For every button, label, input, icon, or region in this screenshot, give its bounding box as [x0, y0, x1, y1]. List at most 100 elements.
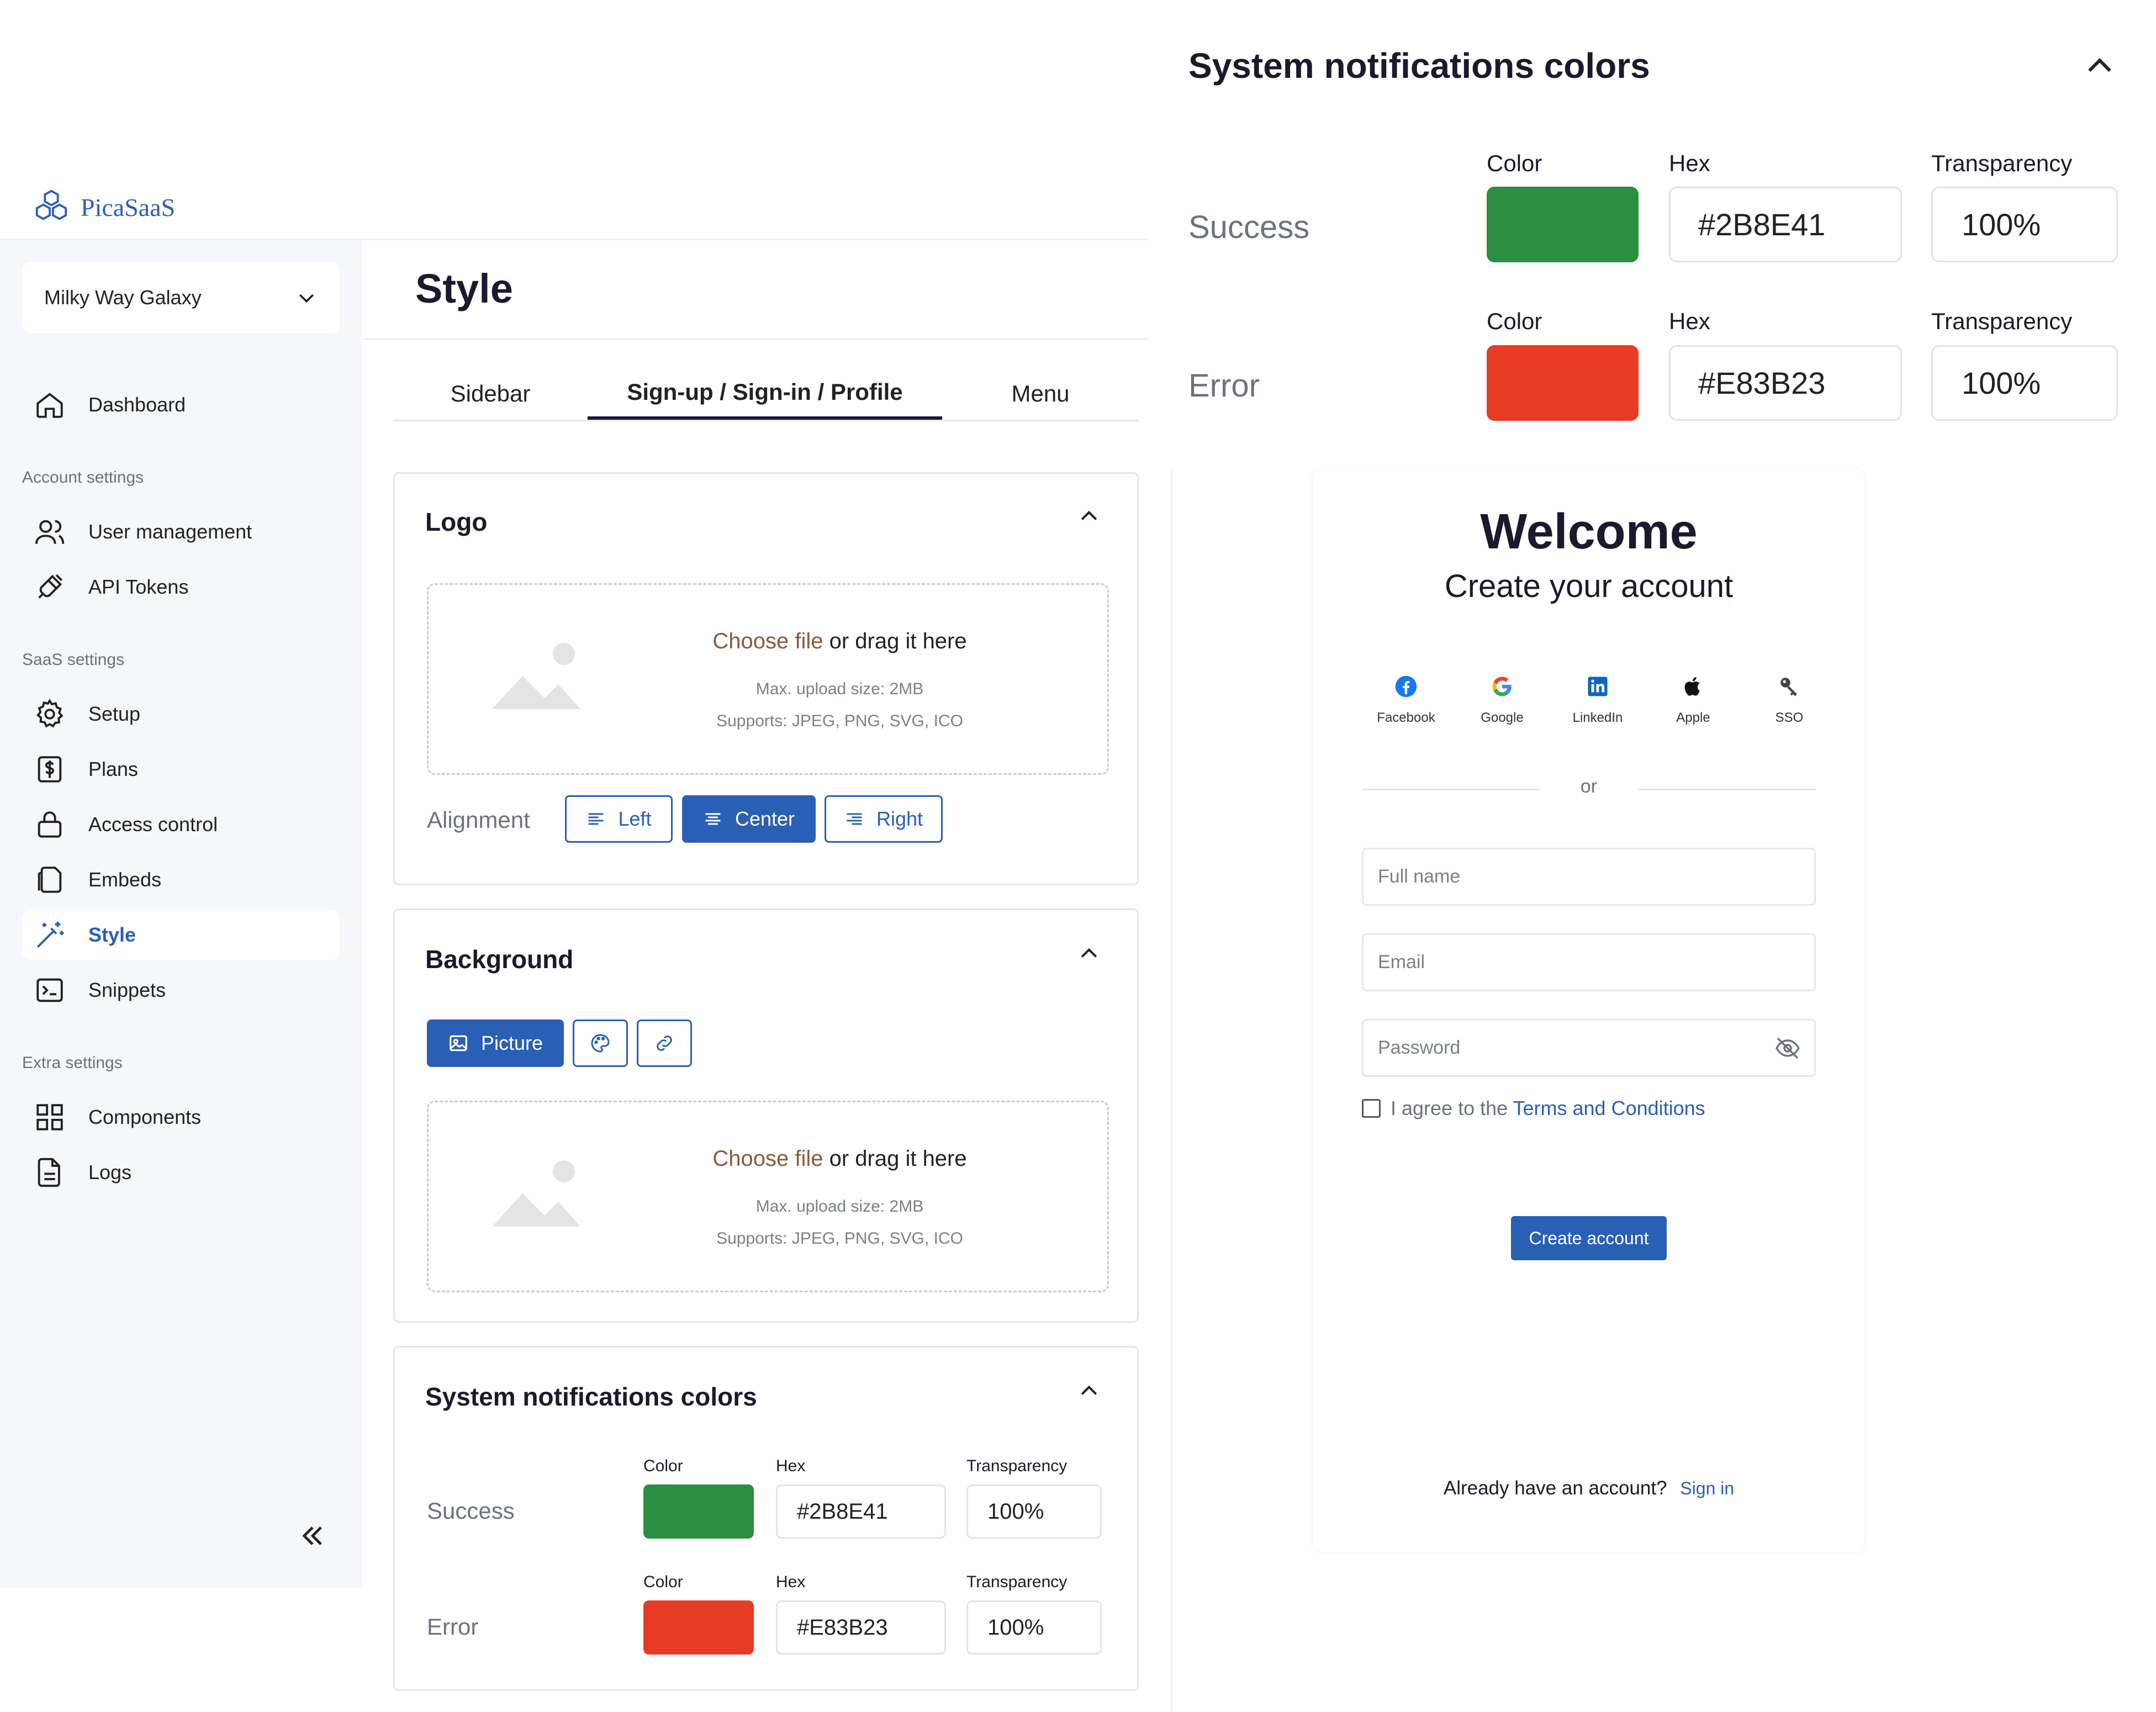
social-label: Apple [1676, 710, 1710, 725]
transparency-label: Transparency [1931, 308, 2073, 334]
error-hex-input[interactable]: #E83B23 [1669, 345, 1902, 421]
error-label: Error [427, 1614, 479, 1640]
sidebar-item-embeds[interactable]: Embeds [22, 855, 340, 905]
sidebar-item-access-control[interactable]: Access control [22, 800, 340, 849]
sso-login[interactable]: SSO [1756, 675, 1822, 726]
error-color-swatch[interactable] [1487, 345, 1639, 421]
hex-label: Hex [776, 1573, 806, 1591]
chevron-up-icon[interactable] [2082, 49, 2117, 84]
apple-login[interactable]: Apple [1660, 675, 1726, 726]
sidebar-item-user-management[interactable]: User management [22, 507, 340, 557]
chevron-up-icon[interactable] [1077, 942, 1101, 966]
dropzone-instruction: Choose file or drag it here [429, 1146, 1107, 1171]
sidebar-item-dashboard[interactable]: Dashboard [22, 380, 340, 430]
link-icon [657, 1035, 672, 1051]
align-center-icon [705, 813, 721, 825]
transparency-label: Transparency [1931, 150, 2073, 176]
sidebar-item-snippets[interactable]: Snippets [22, 965, 340, 1015]
success-transparency-input[interactable]: 100% [966, 1484, 1102, 1539]
users-icon [33, 515, 66, 548]
social-label: LinkedIn [1572, 710, 1623, 725]
sidebar-item-label: Style [88, 923, 136, 946]
sign-in-link[interactable]: Sign in [1680, 1478, 1734, 1498]
section-extra-settings: Extra settings [22, 1054, 123, 1072]
sidebar-item-components[interactable]: Components [22, 1092, 340, 1142]
success-color-swatch[interactable] [1487, 187, 1639, 262]
lock-icon [33, 808, 66, 841]
full-name-input[interactable]: Full name [1362, 848, 1816, 906]
or-divider-right [1638, 789, 1816, 790]
sidebar-item-plans[interactable]: Plans [22, 744, 340, 794]
background-link-button[interactable] [637, 1019, 692, 1067]
eye-off-icon[interactable] [1774, 1035, 1801, 1061]
drag-text: or drag it here [823, 629, 967, 653]
transparency-label: Transparency [966, 1457, 1068, 1475]
error-transparency-input[interactable]: 100% [1931, 345, 2118, 421]
email-input[interactable]: Email [1362, 933, 1816, 991]
welcome-heading: Welcome [1480, 504, 1698, 559]
plug-icon [33, 570, 66, 604]
sidebar-item-style[interactable]: Style [22, 910, 340, 960]
success-color-swatch[interactable] [643, 1484, 754, 1539]
facebook-login[interactable]: Facebook [1373, 675, 1439, 726]
picture-label: Picture [480, 1032, 543, 1054]
align-right-button[interactable]: Right [825, 795, 943, 843]
choose-file-link[interactable]: Choose file [712, 629, 823, 653]
supported-formats: Supports: JPEG, PNG, SVG, ICO [716, 712, 963, 730]
error-hex-input[interactable]: #E83B23 [776, 1600, 946, 1655]
workspace-select[interactable]: Milky Way Galaxy [22, 262, 340, 333]
sidebar-item-label: Components [88, 1106, 202, 1128]
success-label: Success [427, 1498, 515, 1524]
transparency-label: Transparency [966, 1573, 1068, 1591]
google-login[interactable]: Google [1469, 675, 1535, 726]
password-placeholder: Password [1378, 1037, 1461, 1058]
sidebar-item-setup[interactable]: Setup [22, 689, 340, 739]
background-card: Background Picture Choose file or drag i… [393, 908, 1139, 1323]
style-tabs: Sidebar Sign-up / Sign-in / Profile Menu [393, 367, 1139, 421]
background-dropzone[interactable]: Choose file or drag it here Max. upload … [427, 1101, 1109, 1292]
linkedin-login[interactable]: LinkedIn [1565, 675, 1631, 726]
drag-text: or drag it here [823, 1146, 967, 1171]
tab-signup-signin-profile[interactable]: Sign-up / Sign-in / Profile [588, 367, 942, 420]
success-hex-input[interactable]: #2B8E41 [1669, 187, 1902, 262]
max-upload-size: Max. upload size: 2MB [755, 1197, 924, 1216]
background-picture-button[interactable]: Picture [427, 1019, 564, 1067]
align-left-button[interactable]: Left [565, 795, 673, 843]
chevron-up-icon[interactable] [1077, 1379, 1101, 1403]
collapse-sidebar-button[interactable] [298, 1521, 327, 1550]
terms-link[interactable]: Terms and Conditions [1513, 1097, 1705, 1119]
alignment-label: Alignment [427, 807, 530, 833]
sidebar-item-label: API Tokens [88, 575, 189, 598]
google-icon [1492, 677, 1512, 696]
social-label: Google [1481, 710, 1524, 725]
create-account-button[interactable]: Create account [1511, 1216, 1667, 1260]
chevron-up-icon[interactable] [1077, 504, 1101, 529]
hex-label: Hex [1669, 150, 1710, 176]
choose-file-link[interactable]: Choose file [712, 1146, 823, 1171]
error-transparency-input[interactable]: 100% [966, 1600, 1102, 1655]
success-transparency-input[interactable]: 100% [1931, 187, 2118, 262]
color-label: Color [643, 1457, 683, 1475]
sidebar-item-logs[interactable]: Logs [22, 1148, 340, 1197]
dollar-document-icon [33, 753, 66, 786]
copy-document-icon [33, 863, 66, 896]
error-color-swatch[interactable] [643, 1600, 754, 1655]
success-hex-input[interactable]: #2B8E41 [776, 1484, 946, 1539]
sidebar-item-label: Snippets [88, 979, 166, 1001]
facebook-icon [1395, 675, 1417, 698]
chevron-down-icon [299, 294, 314, 303]
tab-sidebar[interactable]: Sidebar [393, 367, 588, 420]
sidebar-item-label: Embeds [88, 868, 162, 891]
sidebar-item-api-tokens[interactable]: API Tokens [22, 562, 340, 612]
align-right-label: Right [876, 807, 923, 830]
logo-dropzone[interactable]: Choose file or drag it here Max. upload … [427, 583, 1109, 775]
brand-logo[interactable]: PicaSaaS [32, 188, 175, 226]
workspace-name: Milky Way Galaxy [44, 286, 202, 309]
tab-menu[interactable]: Menu [942, 367, 1139, 420]
align-center-button[interactable]: Center [682, 795, 816, 843]
page-title: Style [415, 266, 513, 311]
terms-checkbox[interactable] [1362, 1099, 1381, 1118]
background-color-button[interactable] [573, 1019, 628, 1067]
agree-text: I agree to the [1391, 1097, 1513, 1119]
password-input[interactable]: Password [1362, 1019, 1816, 1077]
